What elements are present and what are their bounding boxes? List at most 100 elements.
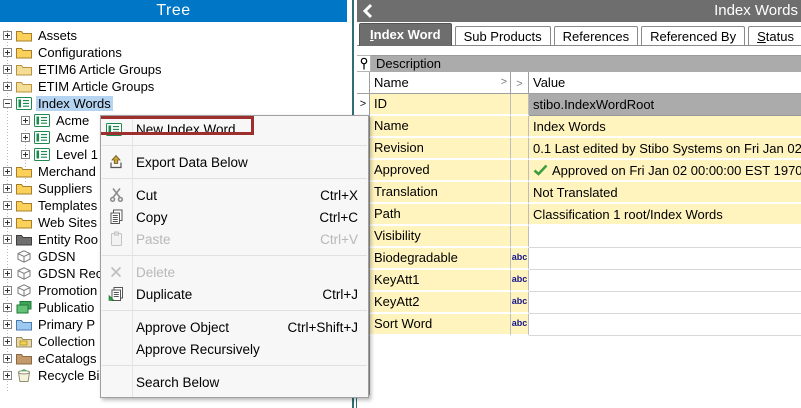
expand-icon[interactable] [3,235,12,244]
details-panel: Index Words Index WordSub ProductsRefere… [357,0,801,408]
cube-icon [16,267,36,280]
tree-item-label[interactable]: Recycle Bi [36,368,101,383]
filter-arrow-icon[interactable]: > [501,72,507,93]
menu-item-shortcut: Ctrl+J [308,287,358,302]
menu-item-duplicate[interactable]: DuplicateCtrl+J [101,283,368,305]
name-column-header[interactable]: Name > [370,72,511,94]
attribute-value-cell[interactable]: stibo.IndexWordRoot [529,94,801,116]
tab-index-word[interactable]: Index Word [359,23,452,46]
tree-item-label[interactable]: Suppliers [36,181,94,196]
index-word-icon [16,97,32,110]
tree-item-label[interactable]: Web Sites [36,215,99,230]
tree-item-label[interactable]: Promotion [36,283,99,298]
collapse-icon[interactable] [3,99,12,108]
tree-item-label[interactable]: Templates [36,198,99,213]
expand-icon[interactable] [21,116,30,125]
expand-icon[interactable] [21,150,30,159]
tree-item-index-words[interactable]: Index Words [0,95,347,112]
tree-item-label[interactable]: ETIM6 Article Groups [36,62,164,77]
expand-icon[interactable] [3,65,12,74]
tree-item-label[interactable]: Acme [54,130,91,145]
menu-item-search-below[interactable]: Search Below [101,371,368,393]
tree-item-label[interactable]: eCatalogs [36,351,99,366]
type-marker-cell [511,182,529,204]
expand-icon[interactable] [3,371,12,380]
menu-item-export-data-below[interactable]: Export Data Below [101,151,368,173]
expand-icon[interactable] [3,31,12,40]
attribute-value-cell[interactable] [529,314,801,336]
value-column-header[interactable]: Value [529,72,801,94]
menu-separator [102,255,367,256]
tab-references[interactable]: References [554,26,638,46]
expand-icon[interactable] [3,201,12,210]
expand-icon[interactable] [3,218,12,227]
tree-item-label[interactable]: ETIM Article Groups [36,79,156,94]
attribute-value-cell[interactable]: 0.1 Last edited by Stibo Systems on Fri … [529,138,801,160]
menu-item-approve-object[interactable]: Approve ObjectCtrl+Shift+J [101,316,368,338]
tree-item-label[interactable]: Index Words [36,96,113,111]
tree-item-label[interactable]: Assets [36,28,79,43]
tree-item-label[interactable]: Primary P [36,317,97,332]
expand-icon[interactable] [3,286,12,295]
menu-item-approve-recursively[interactable]: Approve Recursively [101,338,368,360]
menu-item-shortcut: Ctrl+C [305,210,358,225]
attribute-value-text: Not Translated [533,183,618,202]
menu-item-shortcut: Ctrl+V [306,232,358,247]
cube-icon [16,267,32,280]
tree-item-configurations[interactable]: Configurations [0,44,347,61]
pin-icon[interactable] [357,55,371,72]
tab-referenced-by[interactable]: Referenced By [641,26,745,46]
chevron-left-icon[interactable] [361,3,375,22]
folder-collection-icon [16,335,32,348]
tree-item-label[interactable]: Acme [54,113,91,128]
expand-icon[interactable] [3,184,12,193]
paste-icon [107,231,125,247]
attribute-row-biodegradable: Biodegradableabc [357,248,801,270]
menu-item-copy[interactable]: CopyCtrl+C [101,206,368,228]
expand-icon[interactable] [3,303,12,312]
type-column-header[interactable]: > [511,72,529,94]
menu-icon-placeholder [107,341,125,357]
tab-sub-products[interactable]: Sub Products [455,26,551,46]
expand-icon[interactable] [3,167,12,176]
attribute-value-cell[interactable] [529,226,801,248]
tree-item-assets[interactable]: Assets [0,27,347,44]
attribute-value-cell[interactable]: Index Words [529,116,801,138]
expand-icon[interactable] [3,337,12,346]
tree-item-label[interactable]: Collection [36,334,97,349]
expand-icon[interactable] [3,269,12,278]
tree-item-label[interactable]: Merchand [36,164,98,179]
attribute-name-cell: Revision [370,138,511,160]
attribute-value-cell[interactable]: Not Translated [529,182,801,204]
index-word-icon [34,148,50,161]
expand-icon[interactable] [3,354,12,363]
tree-item-etim6-article-groups[interactable]: ETIM6 Article Groups [0,61,347,78]
folder-yellow-icon [16,46,32,59]
tab-status[interactable]: Status [748,26,801,46]
attribute-value-cell[interactable]: Approved on Fri Jan 02 00:00:00 EST 1970 [529,160,801,182]
attribute-value-cell[interactable] [529,270,801,292]
attribute-table-header: Name > > Value [357,72,801,94]
row-selector-arrow[interactable]: > [357,94,370,116]
tree-item-label[interactable]: GDSN Rec [36,266,104,281]
attribute-row-keyatt1: KeyAtt1abc [357,270,801,292]
tree-item-label[interactable]: GDSN [36,249,78,264]
menu-item-new-index-word[interactable]: New Index Word [101,118,368,140]
tree-item-label[interactable]: Publicatio [36,300,96,315]
attribute-value-cell[interactable] [529,292,801,314]
attribute-value-cell[interactable]: Classification 1 root/Index Words [529,204,801,226]
expand-icon[interactable] [3,320,12,329]
tree-item-label[interactable]: Level 1 [54,147,100,162]
menu-item-cut[interactable]: CutCtrl+X [101,184,368,206]
expand-icon[interactable] [21,133,30,142]
tree-item-label[interactable]: Entity Roo [36,232,100,247]
tree-item-label[interactable]: Configurations [36,45,124,60]
expand-icon[interactable] [3,48,12,57]
attribute-name-cell: Biodegradable [370,248,511,270]
menu-item-label: Delete [136,265,175,280]
approved-check-icon [533,164,548,176]
expand-icon[interactable] [3,82,12,91]
folder-brown-icon [16,352,36,365]
attribute-value-cell[interactable] [529,248,801,270]
tree-item-etim-article-groups[interactable]: ETIM Article Groups [0,78,347,95]
